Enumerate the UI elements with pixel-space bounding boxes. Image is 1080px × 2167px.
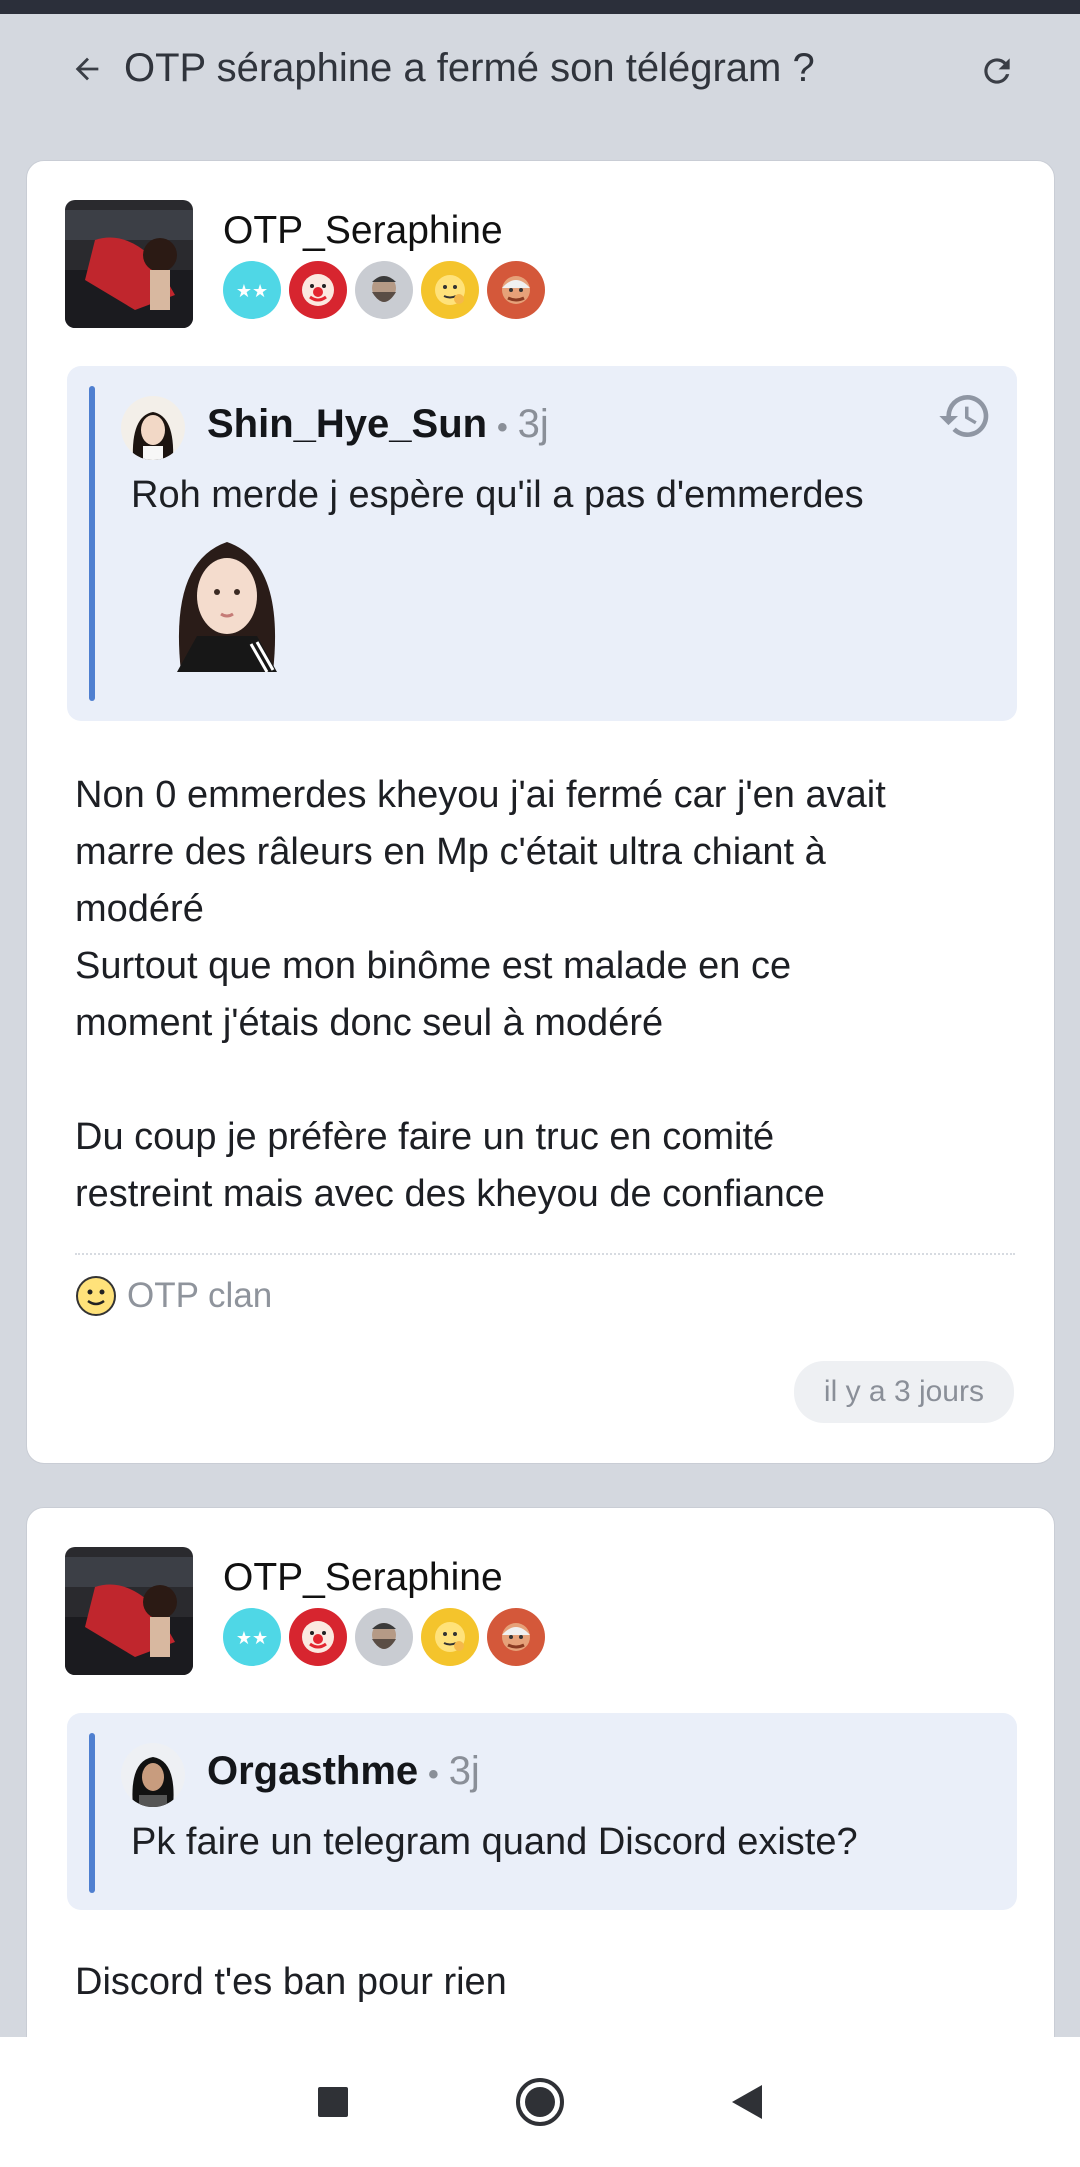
- smiley-icon: [76, 1276, 116, 1316]
- signature-text: OTP clan: [127, 1276, 273, 1315]
- badge-row: ★★: [223, 1608, 545, 1668]
- old-man-badge-icon: [487, 1608, 545, 1666]
- quote-separator: •: [428, 1758, 439, 1791]
- post-body: Discord t'es ban pour rien: [75, 1954, 507, 2011]
- post-date[interactable]: il y a 3 jours: [793, 1361, 1014, 1423]
- history-button[interactable]: [937, 388, 993, 444]
- quote-author-name[interactable]: Shin_Hye_Sun: [207, 402, 487, 447]
- post-card: OTP_Seraphine ★★ Shin_Hye_Sun • 3j Roh m…: [26, 160, 1055, 1464]
- quote-bar: [89, 386, 95, 701]
- old-man-badge-icon: [487, 261, 545, 319]
- post-line: restreint mais avec des kheyou de confia…: [75, 1173, 825, 1215]
- quote-time: 3j: [517, 402, 549, 446]
- system-nav-bar: [0, 2037, 1080, 2167]
- quote-text: Pk faire un telegram quand Discord exist…: [131, 1821, 858, 1863]
- quote-author-avatar[interactable]: [121, 1743, 185, 1807]
- author-avatar[interactable]: [65, 200, 193, 328]
- post-line: moment j'étais donc seul à modéré: [75, 1002, 664, 1044]
- thinking-face-badge-icon: [421, 1608, 479, 1666]
- clown-badge-icon: [289, 261, 347, 319]
- post-line: marre des râleurs en Mp c'était ultra ch…: [75, 831, 826, 873]
- quote-bar: [89, 1733, 95, 1893]
- refresh-icon: [984, 58, 1010, 84]
- back-button[interactable]: [62, 44, 112, 94]
- post-line: Surtout que mon binôme est malade en ce: [75, 945, 792, 987]
- circle-icon: [515, 2078, 564, 2126]
- triangle-back-icon: [731, 2085, 762, 2119]
- svg-text:★★: ★★: [236, 1628, 268, 1649]
- square-icon: [318, 2087, 349, 2117]
- arrow-left-icon: [75, 57, 99, 81]
- bearded-man-badge-icon: [355, 261, 413, 319]
- refresh-button[interactable]: [972, 46, 1022, 96]
- status-strip: [0, 0, 1080, 14]
- girl-sticker-image: [147, 532, 307, 673]
- author-name[interactable]: OTP_Seraphine: [223, 209, 503, 253]
- quoted-message[interactable]: Orgasthme • 3j Pk faire un telegram quan…: [67, 1713, 1017, 1910]
- author-avatar[interactable]: [65, 1547, 193, 1675]
- author-name[interactable]: OTP_Seraphine: [223, 1556, 503, 1600]
- post-line: modéré: [75, 888, 204, 930]
- home-button[interactable]: [505, 2067, 575, 2137]
- topic-title: OTP séraphine a fermé son télégram ?: [124, 46, 815, 90]
- post-body: Non 0 emmerdes kheyou j'ai fermé car j'e…: [75, 767, 886, 1223]
- top-bar: OTP séraphine a fermé son télégram ?: [0, 14, 1080, 124]
- svg-text:★★: ★★: [236, 281, 268, 302]
- badge-row: ★★: [223, 261, 545, 321]
- clown-badge-icon: [289, 1608, 347, 1666]
- stars-badge-icon: ★★: [223, 1608, 281, 1666]
- stars-badge-icon: ★★: [223, 261, 281, 319]
- quote-header: Orgasthme • 3j: [207, 1749, 480, 1794]
- quote-author-name[interactable]: Orgasthme: [207, 1749, 418, 1794]
- quote-time: 3j: [448, 1749, 480, 1793]
- quoted-message[interactable]: Shin_Hye_Sun • 3j Roh merde j espère qu'…: [67, 366, 1017, 721]
- history-icon: [939, 395, 989, 437]
- bearded-man-badge-icon: [355, 1608, 413, 1666]
- post-line: Du coup je préfère faire un truc en comi…: [75, 1116, 775, 1158]
- quote-author-avatar[interactable]: [121, 396, 185, 460]
- post-line: Non 0 emmerdes kheyou j'ai fermé car j'e…: [75, 774, 886, 816]
- thinking-face-badge-icon: [421, 261, 479, 319]
- signature: OTP clan: [73, 1273, 272, 1319]
- post-line: [75, 1052, 886, 1109]
- post-line: Discord t'es ban pour rien: [75, 1961, 507, 2003]
- back-nav-button[interactable]: [712, 2067, 782, 2137]
- signature-divider: [75, 1253, 1015, 1255]
- quote-text: Roh merde j espère qu'il a pas d'emmerde…: [131, 474, 864, 516]
- quote-separator: •: [497, 411, 508, 444]
- quote-header: Shin_Hye_Sun • 3j: [207, 402, 549, 447]
- recents-button[interactable]: [298, 2067, 368, 2137]
